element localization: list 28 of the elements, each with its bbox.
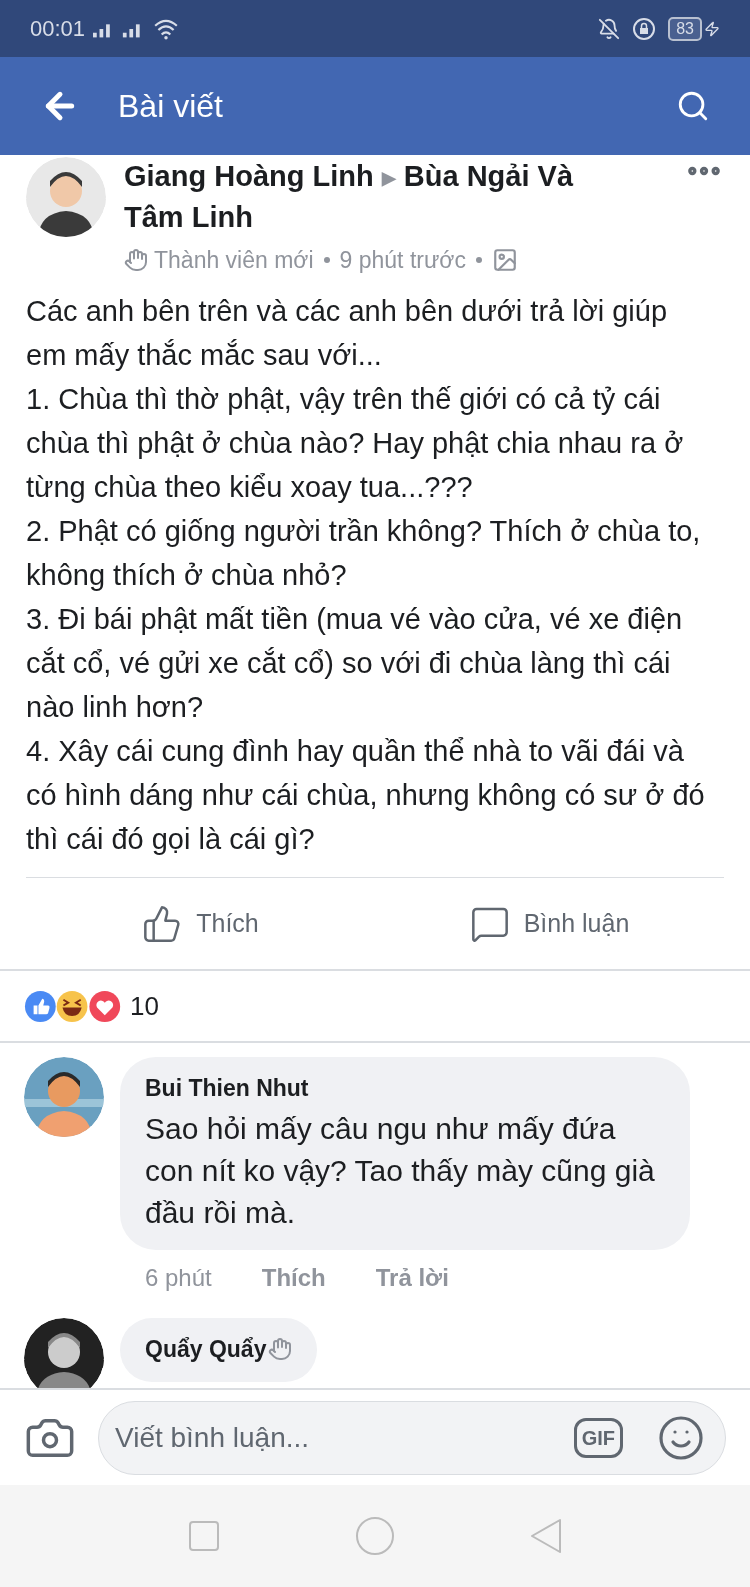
reaction-count: 10 bbox=[130, 989, 159, 1023]
header-title: Bài viết bbox=[118, 87, 224, 126]
wifi-icon bbox=[153, 17, 180, 40]
search-icon[interactable] bbox=[676, 89, 710, 123]
status-time: 00:01 bbox=[30, 15, 86, 43]
lock-rotation-icon bbox=[632, 16, 657, 41]
post-heading[interactable]: Giang Hoàng Linh ▶ Bùa Ngải Và Tâm Linh bbox=[124, 157, 624, 237]
post-text: Các anh bên trên và các anh bên dưới trả lời giúp em mấy thắc mắc sau với... 1. Chùa thì thờ phật, vậy trên thế giới có cả tỷ cái chùa thì phật ở chùa nào? Hay phật chia nhau ra ở từng chùa theo kiểu xoay tua...??? 2. Phật có giống người trần không? Thích ở chùa to, không thích ở chùa nhỏ? 3. Đi bái phật mất tiền (mua vé vào cửa, vé xe điện cắt cổ, vé gửi xe cắt cổ) so với đi chùa làng thì cái nào linh hơn? 4. Xây cái cung đình hay quần thể nhà to vãi đái và có hình dáng như cái chùa, nhưng không có sư ở đó thì cái đó gọi là cái gì? bbox=[25, 294, 706, 858]
post-time: 9 phút trước bbox=[339, 245, 466, 275]
battery-level: 83 bbox=[668, 16, 702, 41]
comment-text: Sao hỏi mấy câu ngu như mấy đứa con nít ko vậy? Tao thấy mày cũng già đầu rồi mà. bbox=[145, 1110, 656, 1231]
comment-action-link[interactable]: Trả lời bbox=[375, 1259, 449, 1296]
like-icon bbox=[142, 903, 183, 944]
post-action-button[interactable]: Bình luận bbox=[375, 878, 724, 970]
comment-action-link[interactable]: Thích bbox=[261, 1259, 326, 1296]
commenter-name[interactable]: Quẩy Quẩy bbox=[145, 1331, 267, 1367]
commenter-name[interactable]: Bui Thien Nhut bbox=[145, 1071, 309, 1106]
post-action-button[interactable]: Thích bbox=[26, 878, 375, 970]
wave-icon bbox=[268, 1337, 293, 1362]
mute-icon bbox=[598, 17, 621, 40]
separator-dot bbox=[323, 257, 330, 264]
comment-time: 6 phút bbox=[145, 1262, 212, 1293]
emoji-icon[interactable] bbox=[657, 1413, 705, 1462]
gif-button[interactable]: GIF bbox=[573, 1417, 623, 1458]
comment-field[interactable]: Viết bình luận... GIF bbox=[98, 1400, 726, 1475]
wave-icon bbox=[124, 248, 148, 273]
member-label: Thành viên mới bbox=[154, 245, 314, 275]
separator-dot bbox=[475, 257, 482, 264]
